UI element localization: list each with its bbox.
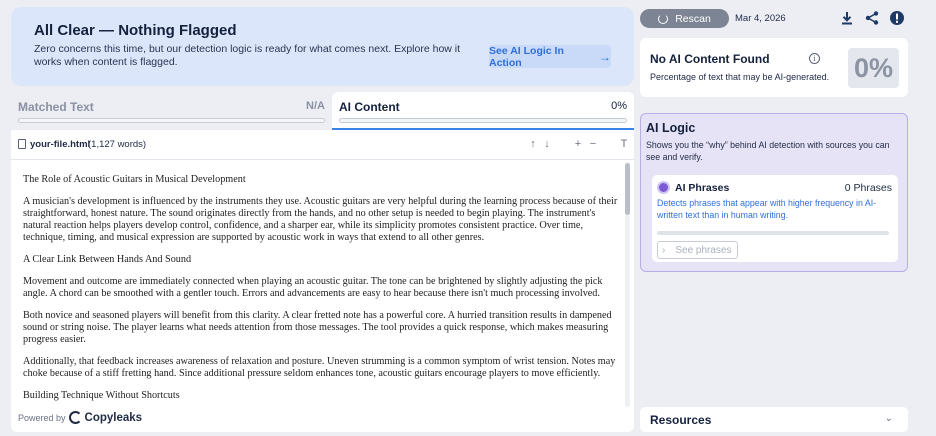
tab-ai-content-value: 0%: [611, 100, 627, 112]
ai-phrases-card: AI Phrases 0 Phrases Detects phrases tha…: [652, 175, 898, 262]
arrow-up-icon[interactable]: ↑: [527, 138, 539, 150]
doc-heading: Building Technique Without Shortcuts: [23, 389, 180, 401]
resources-title: Resources: [650, 413, 712, 427]
powered-by: Powered by Copyleaks: [18, 411, 142, 424]
matched-text-bar: [18, 118, 325, 123]
tab-matched-text-label: Matched Text: [18, 100, 94, 114]
download-icon[interactable]: [839, 10, 855, 26]
tab-matched-text-value: N/A: [306, 100, 325, 112]
result-title: No AI Content Found: [650, 52, 770, 66]
result-subtitle: Percentage of text that may be AI-genera…: [650, 72, 830, 82]
doc-paragraph: A musician's development is influenced b…: [23, 195, 618, 244]
banner-text: Zero concerns this time, but our detecti…: [34, 43, 461, 68]
ai-logic-title: AI Logic: [646, 121, 696, 135]
text-format-icon[interactable]: T: [618, 138, 630, 150]
document-viewer: your-file.html (1,127 words) ↑ ↓ + − T T…: [11, 130, 634, 432]
ai-logic-panel: AI Logic Shows you the “why” behind AI d…: [640, 113, 908, 272]
ai-phrases-title: AI Phrases: [675, 182, 730, 194]
copyleaks-logo-icon: [68, 411, 82, 424]
tab-ai-content-label: AI Content: [339, 100, 400, 114]
scan-date: Mar 4, 2026: [735, 13, 786, 24]
tab-ai-content[interactable]: AI Content 0%: [332, 92, 634, 130]
word-count: (1,127 words): [88, 139, 147, 150]
ai-result-card: No AI Content Found i Percentage of text…: [640, 38, 908, 97]
doc-heading: The Role of Acoustic Guitars in Musical …: [23, 174, 246, 185]
see-phrases-label: See phrases: [675, 244, 732, 256]
zoom-in-icon[interactable]: +: [572, 138, 584, 150]
refresh-icon: [658, 13, 669, 24]
tab-matched-text[interactable]: Matched Text N/A: [11, 92, 332, 130]
result-tabs: Matched Text N/A AI Content 0%: [11, 92, 634, 130]
ai-phrases-icon: [657, 181, 670, 194]
top-toolbar: Rescan Mar 4, 2026: [640, 8, 908, 30]
alert-icon[interactable]: [889, 10, 905, 26]
file-icon: [18, 139, 26, 149]
document-scrollbar[interactable]: [625, 163, 630, 407]
ai-content-bar: [339, 118, 627, 123]
see-phrases-button[interactable]: › See phrases: [657, 241, 738, 259]
doc-heading: A Clear Link Between Hands And Sound: [23, 254, 192, 266]
copyleaks-brand: Copyleaks: [84, 411, 143, 424]
zoom-out-icon[interactable]: −: [587, 138, 599, 150]
see-ai-logic-button[interactable]: See AI Logic In Action →: [489, 44, 611, 69]
doc-paragraph: Additionally, that feedback increases aw…: [23, 355, 616, 379]
rescan-label: Rescan: [675, 12, 711, 25]
ai-phrases-count: 0 Phrases: [844, 182, 892, 194]
share-icon[interactable]: [864, 10, 880, 26]
ai-phrases-description: Detects phrases that appear with higher …: [657, 198, 877, 220]
ai-logic-subtitle: Shows you the “why” behind AI detection …: [646, 140, 890, 162]
chevron-down-icon[interactable]: ⌄: [885, 413, 893, 424]
rescan-button[interactable]: Rescan: [640, 9, 729, 28]
arrow-right-icon: →: [599, 49, 611, 64]
powered-by-label: Powered by: [18, 412, 66, 423]
resources-section[interactable]: Resources ⌄: [640, 407, 908, 432]
scrollbar-thumb[interactable]: [625, 163, 630, 215]
doc-paragraph: Both novice and seasoned players will be…: [23, 309, 612, 346]
chevron-right-icon: ›: [662, 244, 666, 256]
file-name: your-file.html: [30, 139, 91, 150]
document-text: The Role of Acoustic Guitars in Musical …: [23, 174, 621, 411]
ai-phrases-bar: [657, 231, 889, 235]
arrow-down-icon[interactable]: ↓: [541, 138, 553, 150]
doc-paragraph: Movement and outcome are immediately con…: [23, 275, 603, 299]
all-clear-banner: All Clear — Nothing Flagged Zero concern…: [11, 7, 634, 86]
info-icon[interactable]: i: [809, 53, 820, 64]
document-header: your-file.html (1,127 words) ↑ ↓ + − T: [11, 130, 634, 160]
see-ai-logic-label: See AI Logic In Action: [489, 44, 564, 69]
banner-title: All Clear — Nothing Flagged: [34, 22, 237, 39]
ai-percent-value: 0%: [848, 48, 899, 88]
